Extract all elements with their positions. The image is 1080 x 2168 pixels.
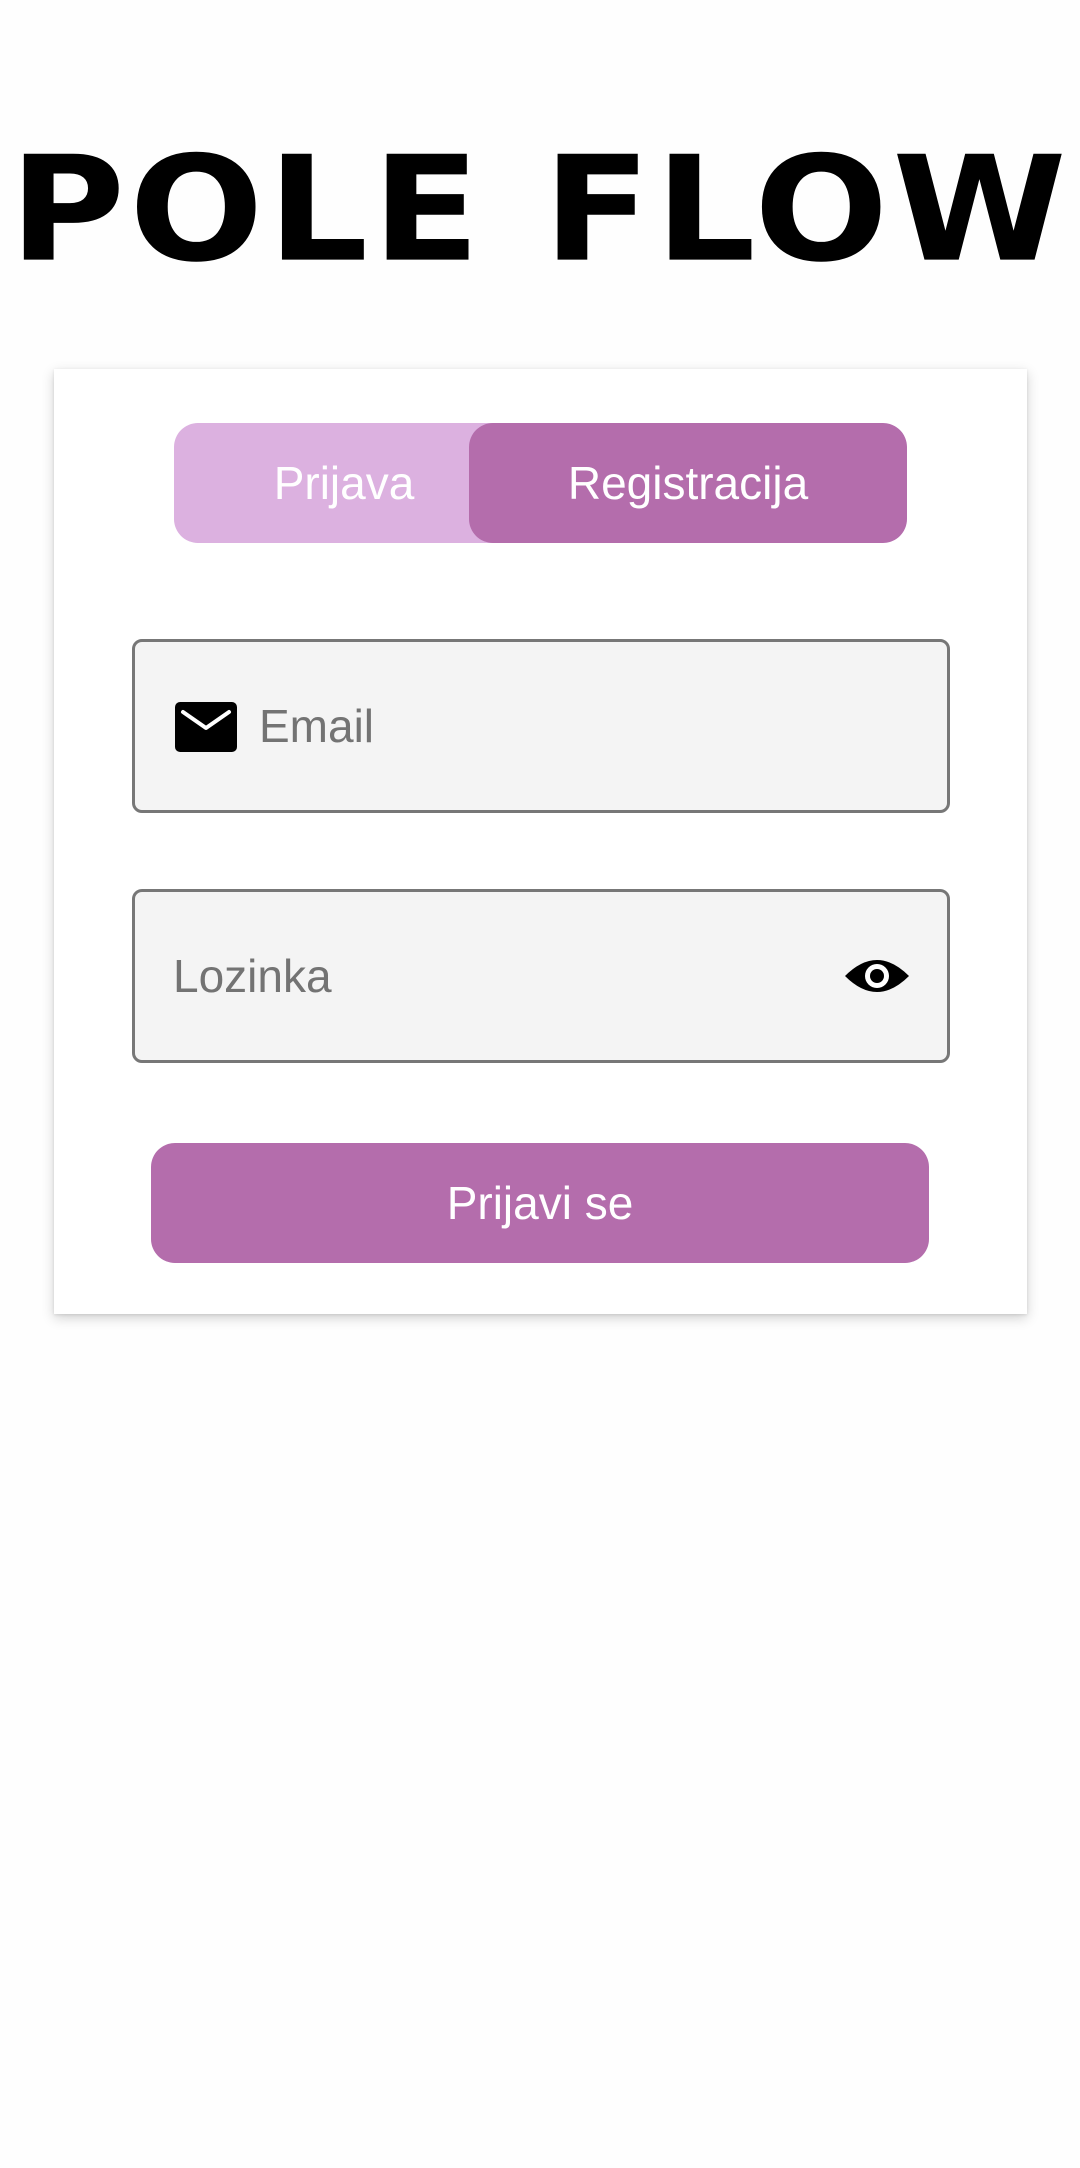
email-field — [132, 639, 950, 813]
mail-icon — [175, 702, 237, 752]
logo-text: POLE FLOW — [9, 125, 1071, 295]
tab-login[interactable]: Prijava — [174, 423, 514, 543]
eye-icon[interactable] — [843, 952, 911, 1000]
app-logo: POLE FLOW — [0, 130, 1080, 290]
login-card: Prijava Registracija Prijavi se — [54, 369, 1027, 1314]
email-input[interactable] — [259, 642, 919, 810]
tab-register[interactable]: Registracija — [469, 423, 907, 543]
auth-mode-toggle: Prijava Registracija — [174, 423, 907, 543]
password-input[interactable] — [173, 892, 813, 1060]
login-submit-button[interactable]: Prijavi se — [151, 1143, 929, 1263]
password-field — [132, 889, 950, 1063]
